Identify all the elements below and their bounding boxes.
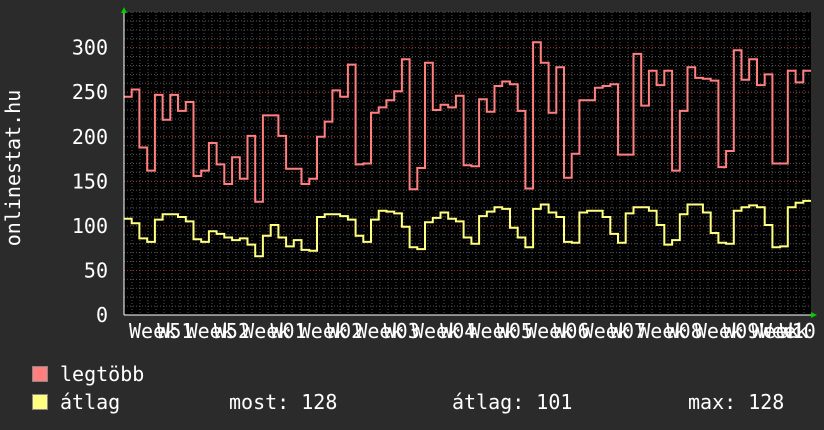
legend-item-max: legtöbb xyxy=(32,362,144,386)
y-axis-arrow xyxy=(121,7,127,13)
stat-max: max: 128 xyxy=(688,390,785,414)
stat-average: átlag: 101 xyxy=(452,390,573,414)
y-axis-label: onlinestat.hu xyxy=(1,90,25,247)
legend-item-avg: átlag xyxy=(32,390,120,414)
legend-swatch-avg xyxy=(32,394,48,410)
chart: 050100150200250300onlinestat.huWeekW51We… xyxy=(1,7,817,343)
y-tick-label: 150 xyxy=(72,169,108,193)
y-tick-label: 250 xyxy=(72,80,108,104)
y-tick-label: 50 xyxy=(84,258,108,282)
legend-swatch-max xyxy=(32,366,48,382)
y-tick-label: 200 xyxy=(72,125,108,149)
stat-current: most: 128 xyxy=(229,390,338,414)
y-tick-label: 100 xyxy=(72,214,108,238)
legend-label-max: legtöbb xyxy=(60,362,145,386)
y-tick-label: 300 xyxy=(72,36,108,60)
x-axis-arrow xyxy=(811,312,817,318)
x-tick-label: Week xyxy=(760,319,808,343)
y-tick-label: 0 xyxy=(96,303,108,327)
legend-label-avg: átlag xyxy=(60,390,121,414)
